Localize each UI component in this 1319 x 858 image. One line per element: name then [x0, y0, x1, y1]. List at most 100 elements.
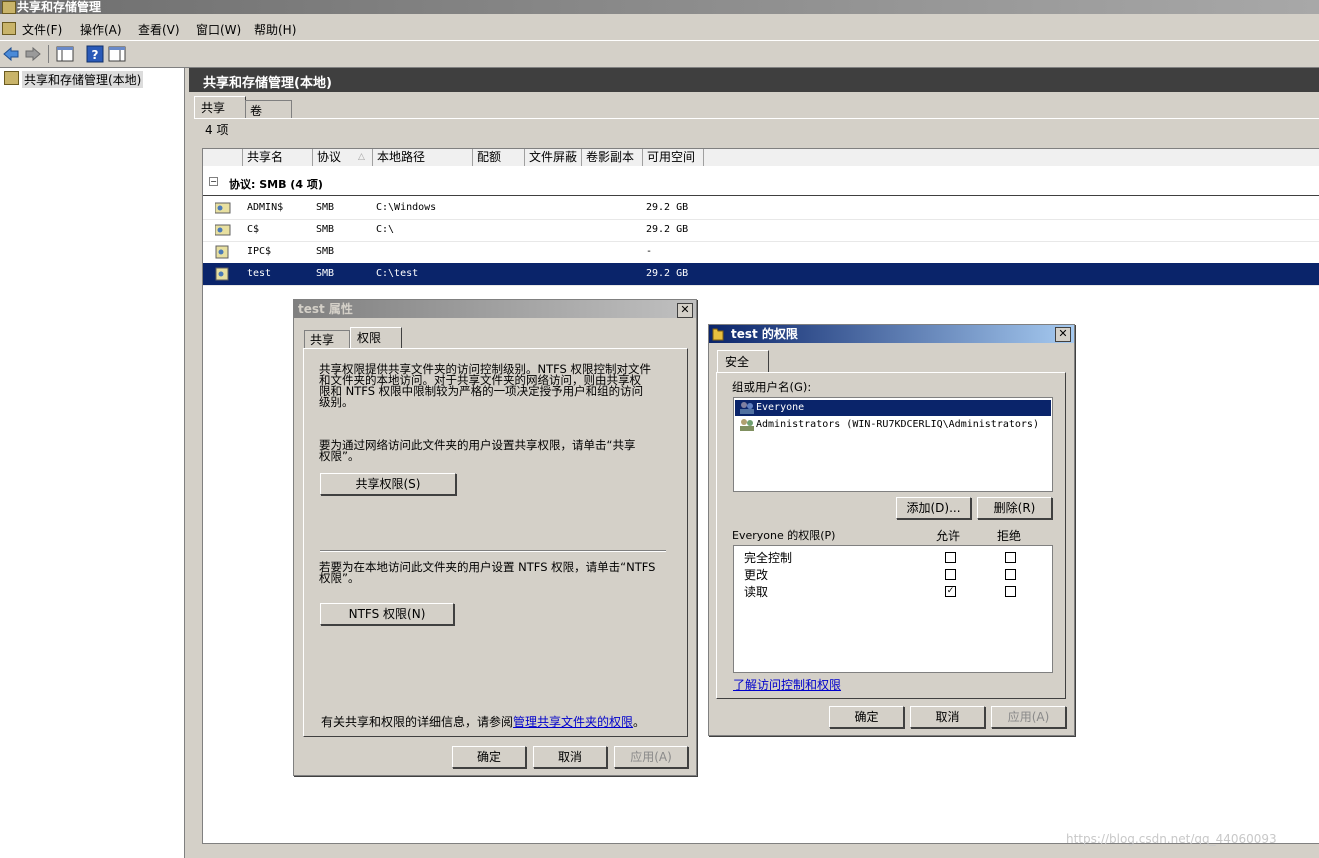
apply-button[interactable]: 应用(A): [614, 746, 688, 768]
folder-icon: [712, 328, 724, 341]
read-allow-checkbox[interactable]: ✓: [945, 586, 956, 597]
column-protocol[interactable]: 协议 △: [313, 149, 373, 166]
tree-root-node[interactable]: 共享和存储管理(本地): [22, 71, 144, 88]
group-users-label: 组或用户名(G):: [732, 380, 812, 394]
full-control-allow-checkbox[interactable]: [945, 552, 956, 563]
tab-permissions[interactable]: 权限: [350, 327, 402, 349]
cell-free-space: -: [646, 246, 653, 257]
ntfs-perm-line: 若要为在本地访问此文件夹的用户设置 NTFS 权限，请单击“NTFS: [319, 560, 656, 574]
watermark: https://blog.csdn.net/qq_44060093: [1066, 832, 1277, 846]
cell-share-name: C$: [247, 224, 260, 235]
remove-button[interactable]: 删除(R): [977, 497, 1052, 519]
tab-sharing[interactable]: 共享: [304, 330, 350, 348]
perm-name: 更改: [744, 568, 769, 582]
users-icon: [740, 419, 754, 431]
perm-name: 完全控制: [744, 551, 793, 565]
cell-free-space: 29.2 GB: [646, 224, 689, 235]
add-button[interactable]: 添加(D)...: [896, 497, 971, 519]
change-deny-checkbox[interactable]: [1005, 569, 1016, 580]
properties-title-bar[interactable]: test 属性: [294, 300, 696, 318]
cancel-button[interactable]: 取消: [533, 746, 607, 768]
cell-free-space: 29.2 GB: [646, 268, 689, 279]
column-free-space[interactable]: 可用空间: [643, 149, 704, 166]
cell-protocol: SMB: [316, 268, 335, 279]
cell-protocol: SMB: [316, 202, 335, 213]
right-pane-header: 共享和存储管理(本地): [189, 68, 1319, 92]
menu-file[interactable]: 文件(F): [22, 21, 62, 38]
users-list: Everyone Administrators (WIN-RU7KDCERLIQ…: [733, 397, 1053, 492]
column-protocol-label: 协议: [317, 150, 342, 164]
shared-folder-icon: [215, 202, 231, 214]
column-icon[interactable]: [203, 149, 243, 166]
close-icon[interactable]: ✕: [1055, 327, 1071, 342]
user-item-selected[interactable]: Everyone: [735, 400, 1051, 416]
shared-folder-icon: [215, 267, 229, 281]
cancel-button[interactable]: 取消: [910, 706, 985, 728]
ntfs-perm-text: 若要为在本地访问此文件夹的用户设置 NTFS 权限，请单击“NTFS 权限”。: [319, 560, 674, 584]
group-label: 协议: SMB (4 项): [229, 178, 323, 191]
share-perm-text: 要为通过网络访问此文件夹的用户设置共享权限，请单击“共享 权限”。: [319, 438, 669, 463]
intro-line: 级别。: [319, 395, 354, 409]
tab-shares[interactable]: 共享: [194, 96, 246, 119]
help-icon[interactable]: ?: [86, 45, 104, 63]
forward-icon[interactable]: [24, 45, 42, 63]
user-item[interactable]: Administrators (WIN-RU7KDCERLIQ\Administ…: [735, 417, 1051, 433]
info-line: 有关共享和权限的详细信息，请参阅管理共享文件夹的权限。: [321, 716, 645, 728]
tab-shares-label: 共享: [201, 101, 226, 115]
menu-view[interactable]: 查看(V): [138, 21, 180, 38]
ntfs-permissions-button[interactable]: NTFS 权限(N): [320, 603, 454, 625]
change-allow-checkbox[interactable]: [945, 569, 956, 580]
app-menu-icon[interactable]: [2, 22, 16, 35]
window-title: 共享和存储管理: [17, 0, 102, 14]
menu-help[interactable]: 帮助(H): [254, 21, 296, 38]
menu-window[interactable]: 窗口(W): [196, 21, 241, 38]
column-local-path[interactable]: 本地路径: [373, 149, 473, 166]
cell-share-name: IPC$: [247, 246, 272, 257]
intro-text: 共享权限提供共享文件夹的访问控制级别。NTFS 权限控制对文件 和文件夹的本地访…: [319, 363, 669, 409]
tab-security[interactable]: 安全: [717, 350, 769, 373]
table-row[interactable]: ADMIN$ SMB C:\Windows 29.2 GB: [203, 197, 1319, 220]
tab-volumes[interactable]: 卷: [245, 100, 292, 119]
learn-access-control-link[interactable]: 了解访问控制和权限: [733, 679, 841, 691]
permissions-dialog: test 的权限 ✕ 安全 组或用户名(G): Everyone Adminis…: [708, 324, 1075, 736]
column-share-name[interactable]: 共享名: [243, 149, 313, 166]
group-header[interactable]: − 协议: SMB (4 项): [203, 167, 1319, 196]
close-icon[interactable]: ✕: [677, 303, 693, 318]
ok-button[interactable]: 确定: [452, 746, 526, 768]
share-perm-line: 权限”。: [319, 449, 360, 463]
column-quota[interactable]: 配额: [473, 149, 525, 166]
ok-button[interactable]: 确定: [829, 706, 904, 728]
item-count: 4 项: [205, 123, 229, 137]
read-deny-checkbox[interactable]: [1005, 586, 1016, 597]
perm-name: 读取: [744, 585, 769, 599]
full-control-deny-checkbox[interactable]: [1005, 552, 1016, 563]
action-pane-icon[interactable]: [108, 45, 126, 63]
back-icon[interactable]: [2, 45, 20, 63]
column-filler: [704, 149, 1319, 166]
share-perm-line: 要为通过网络访问此文件夹的用户设置共享权限，请单击“共享: [319, 438, 636, 452]
menu-action[interactable]: 操作(A): [80, 21, 122, 38]
manage-permissions-link[interactable]: 管理共享文件夹的权限: [513, 715, 633, 729]
table-row[interactable]: C$ SMB C:\ 29.2 GB: [203, 219, 1319, 242]
section-divider: [320, 550, 666, 552]
storage-icon: [4, 71, 19, 85]
intro-line: 限和 NTFS 权限中限制较为严格的一项决定授予用户和组的访问: [319, 384, 644, 398]
cell-path: C:\: [376, 224, 395, 235]
column-file-screen[interactable]: 文件屏蔽: [525, 149, 582, 166]
table-row[interactable]: IPC$ SMB -: [203, 241, 1319, 264]
cell-protocol: SMB: [316, 224, 335, 235]
info-text: 有关共享和权限的详细信息，请参阅: [321, 715, 514, 729]
cell-path: C:\test: [376, 268, 419, 279]
column-shadow-copies[interactable]: 卷影副本: [582, 149, 643, 166]
menu-bar: 文件(F) 操作(A) 查看(V) 窗口(W) 帮助(H): [0, 16, 1319, 40]
window-title-bar[interactable]: 共享和存储管理: [0, 0, 1319, 14]
properties-title: test 属性: [298, 302, 353, 316]
properties-dialog: test 属性 ✕ 共享 权限 共享权限提供共享文件夹的访问控制级别。NTFS …: [293, 299, 697, 776]
apply-button[interactable]: 应用(A): [991, 706, 1066, 728]
table-row-selected[interactable]: test SMB C:\test 29.2 GB: [203, 263, 1319, 286]
share-permissions-button[interactable]: 共享权限(S): [320, 473, 456, 495]
collapse-icon[interactable]: −: [209, 177, 218, 186]
permissions-for-label: Everyone 的权限(P): [732, 529, 836, 542]
permissions-title-bar[interactable]: test 的权限: [709, 325, 1074, 343]
show-tree-icon[interactable]: [56, 45, 74, 63]
